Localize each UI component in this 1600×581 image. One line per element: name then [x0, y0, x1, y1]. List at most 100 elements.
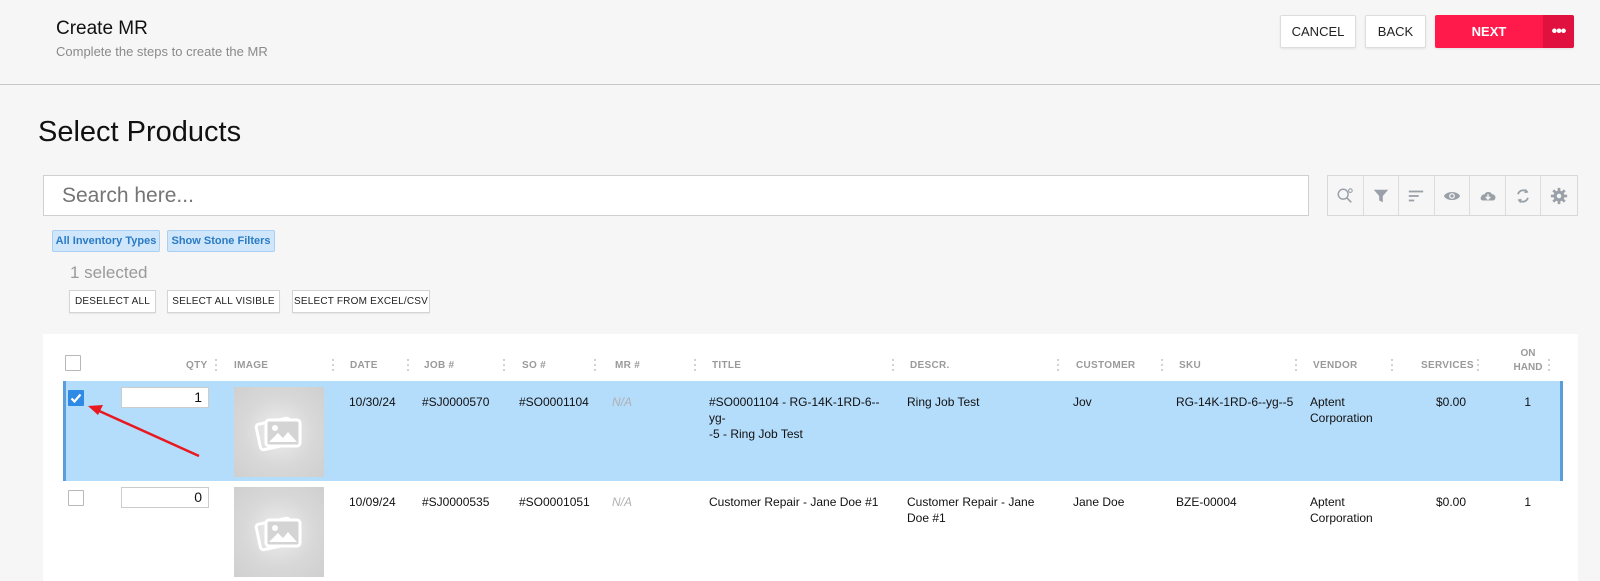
column-resize-handle[interactable]: [406, 358, 410, 373]
cell-customer: Jane Doe: [1073, 495, 1125, 509]
cell-sku: BZE-00004: [1176, 495, 1237, 509]
filter-icon: [1373, 189, 1389, 202]
column-resize-handle[interactable]: [1294, 358, 1298, 373]
header-subtitle: Complete the steps to create the MR: [56, 44, 268, 59]
cell-vendor-line2: Corporation: [1310, 511, 1373, 525]
cell-services: $0.00: [1435, 395, 1466, 409]
selected-count: 1 selected: [70, 263, 148, 282]
cell-title: #SO0001104 - RG-14K-1RD-6--yg- -5 - Ring…: [709, 394, 889, 442]
column-header-date[interactable]: DATE: [350, 360, 378, 371]
column-resize-handle[interactable]: [1056, 358, 1060, 373]
row-checkbox[interactable]: [68, 490, 84, 506]
header-title: Create MR: [56, 18, 148, 39]
select-all-visible-button[interactable]: SELECT ALL VISIBLE: [167, 290, 280, 313]
column-header-customer[interactable]: CUSTOMER: [1076, 360, 1135, 371]
cell-job[interactable]: #SJ0000535: [422, 494, 489, 510]
cell-sku: RG-14K-1RD-6--yg--5: [1176, 395, 1294, 409]
column-header-so[interactable]: SO #: [522, 360, 546, 371]
column-header-mr[interactable]: MR #: [615, 360, 640, 371]
column-header-job[interactable]: JOB #: [424, 360, 454, 371]
table-row[interactable]: 0 10/09/24 #SJ0000535 #SO0001051 N/A Cus…: [63, 481, 1563, 581]
cell-date: 10/30/24: [349, 395, 396, 409]
image-placeholder-icon: [254, 516, 302, 552]
image-placeholder-icon: [254, 416, 302, 452]
column-resize-handle[interactable]: [1160, 358, 1164, 373]
download-button[interactable]: [1470, 176, 1506, 215]
column-resize-handle[interactable]: [502, 358, 506, 373]
cloud-download-icon: [1480, 191, 1496, 200]
product-image: [234, 487, 324, 577]
column-header-on-hand-line1: ON: [1520, 348, 1536, 359]
cell-on-hand: 1: [1524, 495, 1531, 509]
column-resize-handle[interactable]: [1390, 358, 1394, 373]
sort-icon: [1409, 190, 1424, 201]
cell-mr: N/A: [612, 395, 633, 409]
sort-button[interactable]: [1399, 176, 1435, 215]
cell-so[interactable]: #SO0001051: [519, 494, 590, 510]
deselect-all-button[interactable]: DESELECT ALL: [69, 290, 156, 313]
cell-job[interactable]: #SJ0000570: [422, 394, 489, 410]
column-resize-handle[interactable]: [331, 358, 335, 373]
table-toolbar: [1327, 175, 1578, 216]
column-resize-handle[interactable]: [214, 358, 218, 373]
gear-icon: [1551, 187, 1568, 204]
column-header-sku[interactable]: SKU: [1179, 360, 1201, 371]
select-all-checkbox[interactable]: [65, 355, 81, 371]
column-header-on-hand-line2: HAND: [1513, 362, 1543, 373]
row-checkbox[interactable]: [68, 390, 84, 406]
cell-descr: Ring Job Test: [907, 395, 980, 409]
column-header-services[interactable]: SERVICES: [1421, 360, 1474, 371]
refresh-button[interactable]: [1506, 176, 1542, 215]
search-input[interactable]: [43, 175, 1309, 216]
column-header-descr[interactable]: DESCR.: [910, 360, 950, 371]
cell-vendor: Aptent Corporation: [1310, 394, 1373, 426]
cell-vendor-line1: Aptent: [1310, 395, 1345, 409]
page-title: Select Products: [38, 116, 242, 148]
product-image: [234, 387, 324, 477]
advanced-search-button[interactable]: [1328, 176, 1364, 215]
back-button[interactable]: BACK: [1365, 15, 1426, 48]
inventory-types-chip[interactable]: All Inventory Types: [52, 230, 160, 252]
eye-icon: [1443, 191, 1461, 200]
column-header-on-hand[interactable]: ON HAND: [1510, 347, 1546, 375]
cell-on-hand: 1: [1524, 395, 1531, 409]
cell-title: Customer Repair - Jane Doe #1: [709, 495, 879, 509]
checkmark-icon: [70, 393, 82, 404]
search-advanced-icon: [1337, 187, 1354, 203]
products-table: QTY IMAGE DATE JOB # SO # MR # TITLE DES…: [43, 334, 1578, 581]
cell-so[interactable]: #SO0001104: [519, 394, 589, 410]
filter-button[interactable]: [1364, 176, 1400, 215]
cancel-button[interactable]: CANCEL: [1280, 15, 1356, 48]
refresh-icon: [1517, 188, 1529, 203]
cell-title-line1: #SO0001104 - RG-14K-1RD-6--yg-: [709, 395, 880, 425]
cell-vendor-line2: Corporation: [1310, 411, 1373, 425]
settings-button[interactable]: [1541, 176, 1577, 215]
column-resize-handle[interactable]: [593, 358, 597, 373]
table-row[interactable]: 1 10/30/24 #SJ0000570 #SO0001104 N/A #SO…: [63, 381, 1563, 481]
column-header-vendor[interactable]: VENDOR: [1313, 360, 1358, 371]
cell-vendor: Aptent Corporation: [1310, 494, 1373, 526]
cell-date: 10/09/24: [349, 495, 396, 509]
cell-descr: Customer Repair - Jane Doe #1: [907, 494, 1057, 526]
select-from-excel-button[interactable]: SELECT FROM EXCEL/CSV: [292, 290, 430, 313]
stone-filters-chip[interactable]: Show Stone Filters: [167, 230, 275, 252]
cell-customer: Jov: [1073, 395, 1092, 409]
column-header-title[interactable]: TITLE: [712, 360, 741, 371]
next-button[interactable]: NEXT: [1435, 15, 1543, 48]
qty-input[interactable]: 0: [121, 487, 209, 508]
column-resize-handle[interactable]: [693, 358, 697, 373]
column-resize-handle[interactable]: [1476, 358, 1480, 373]
cell-mr: N/A: [612, 495, 633, 509]
cell-services: $0.00: [1435, 495, 1466, 509]
cell-vendor-line1: Aptent: [1310, 495, 1345, 509]
more-options-button[interactable]: •••: [1543, 15, 1574, 48]
qty-input[interactable]: 1: [121, 387, 209, 408]
column-header-qty[interactable]: QTY: [186, 360, 207, 371]
cell-title-line2: -5 - Ring Job Test: [709, 427, 803, 441]
visibility-button[interactable]: [1435, 176, 1471, 215]
column-resize-handle[interactable]: [1547, 358, 1551, 373]
cell-descr-line2: Doe #1: [907, 511, 946, 525]
cell-descr-line1: Customer Repair - Jane: [907, 495, 1035, 509]
column-header-image[interactable]: IMAGE: [234, 360, 268, 371]
column-resize-handle[interactable]: [891, 358, 895, 373]
